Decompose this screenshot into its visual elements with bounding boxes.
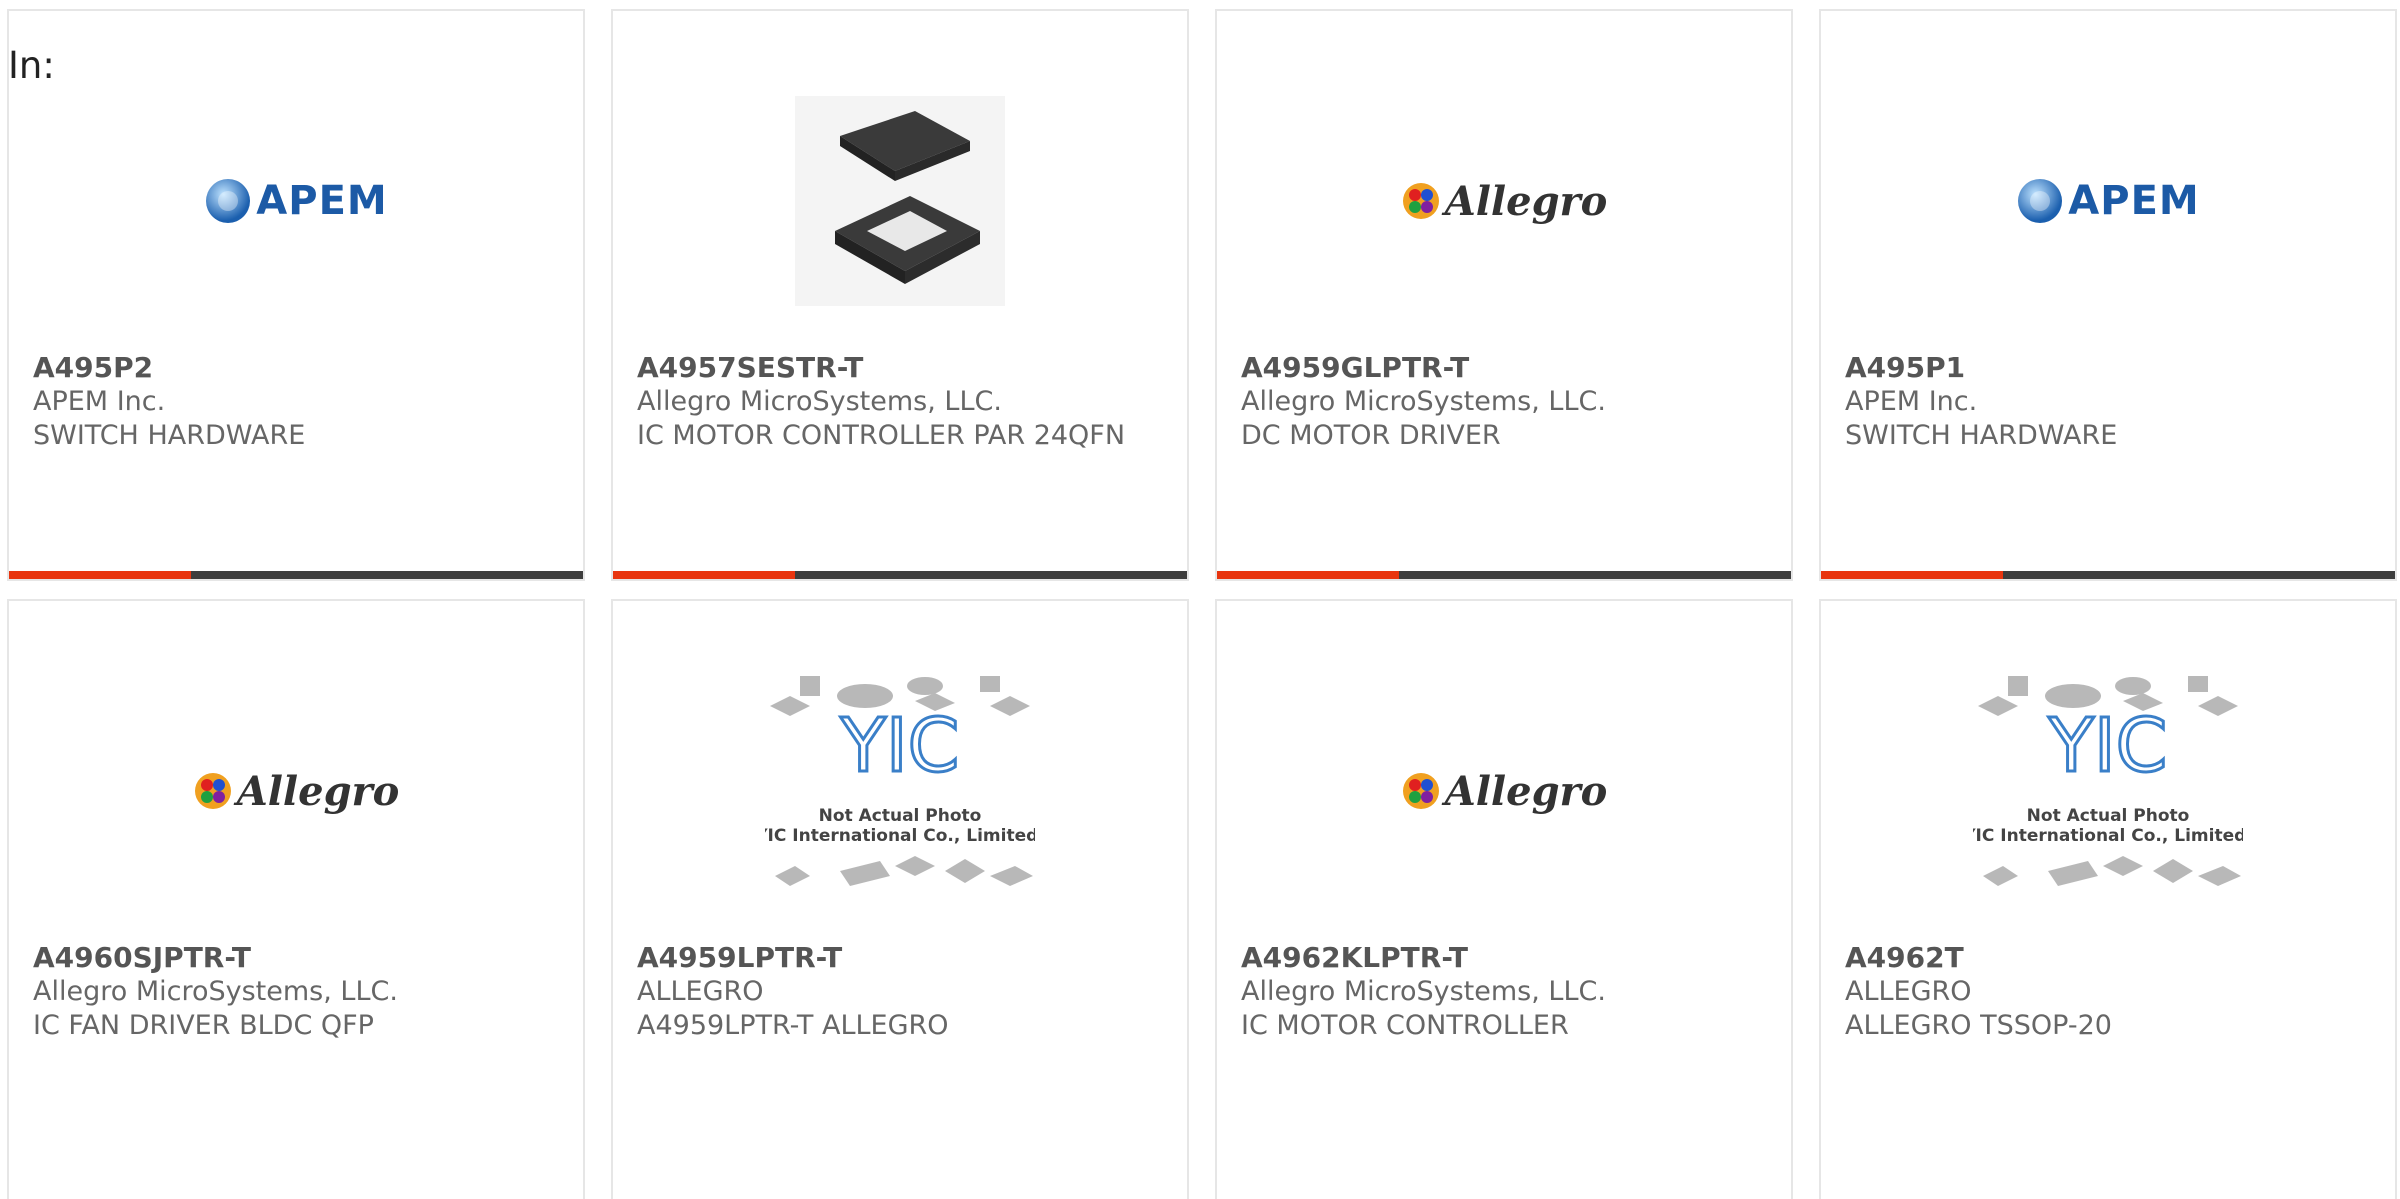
manufacturer-logo: Allegro [1217,671,1791,911]
description: IC MOTOR CONTROLLER PAR 24QFN [637,420,1126,451]
manufacturer-logo: APEM [9,81,583,321]
card-accent-bar [613,571,1187,579]
product-card[interactable]: APEM A495P1 APEM Inc. SWITCH HARDWARE [1819,9,2397,581]
description: A4959LPTR-T ALLEGRO [637,1010,949,1041]
description: SWITCH HARDWARE [33,420,306,451]
product-card[interactable]: APEM A495P2 APEM Inc. SWITCH HARDWARE [7,9,585,581]
product-card[interactable]: A4957SESTR-T Allegro MicroSystems, LLC. … [611,9,1189,581]
svg-text:Not Actual Photo: Not Actual Photo [819,806,982,826]
product-card[interactable]: Allegro A4962KLPTR-T Allegro MicroSystem… [1215,599,1793,1199]
part-number[interactable]: A4962KLPTR-T [1241,941,1741,975]
product-photo [613,81,1187,321]
card-accent-bar [1821,571,2395,579]
part-number[interactable]: A4959GLPTR-T [1241,351,1741,385]
manufacturer: Allegro MicroSystems, LLC. [33,976,398,1007]
placeholder-image: YIC Not Actual Photo YIC International C… [613,671,1187,911]
description: IC MOTOR CONTROLLER [1241,1010,1569,1041]
part-number[interactable]: A4959LPTR-T [637,941,1137,975]
placeholder-image: YIC Not Actual Photo YIC International C… [1821,671,2395,911]
part-number[interactable]: A495P1 [1845,351,2345,385]
apem-globe-icon [206,179,251,223]
part-number[interactable]: A4962T [1845,941,2345,975]
manufacturer: APEM Inc. [33,386,166,417]
manufacturer: ALLEGRO [637,976,764,1007]
svg-text:YIC International Co., Limited: YIC International Co., Limited. [765,826,1035,846]
allegro-dots-icon [1402,183,1439,219]
svg-text:Not Actual Photo: Not Actual Photo [2027,806,2190,826]
part-number[interactable]: A495P2 [33,351,533,385]
allegro-dots-icon [194,773,231,809]
product-card[interactable]: YIC Not Actual Photo YIC International C… [1819,599,2397,1199]
manufacturer: Allegro MicroSystems, LLC. [1241,386,1606,417]
description: DC MOTOR DRIVER [1241,420,1501,451]
not-actual-photo-icon: YIC Not Actual Photo YIC International C… [1973,676,2243,886]
manufacturer: Allegro MicroSystems, LLC. [637,386,1002,417]
svg-text:YIC: YIC [840,703,960,789]
not-actual-photo-icon: YIC Not Actual Photo YIC International C… [765,676,1035,886]
card-accent-bar [1217,571,1791,579]
svg-text:YIC: YIC [2048,703,2168,789]
manufacturer-logo: Allegro [9,671,583,911]
description: IC FAN DRIVER BLDC QFP [33,1010,374,1041]
manufacturer: APEM Inc. [1845,386,1978,417]
manufacturer-logo: APEM [1821,81,2395,321]
description: ALLEGRO TSSOP-20 [1845,1010,2112,1041]
part-number[interactable]: A4957SESTR-T [637,351,1137,385]
manufacturer: Allegro MicroSystems, LLC. [1241,976,1606,1007]
svg-text:YIC International Co., Limited: YIC International Co., Limited. [1973,826,2243,846]
apem-globe-icon [2018,179,2063,223]
part-number[interactable]: A4960SJPTR-T [33,941,533,975]
filter-label: In: [8,44,55,87]
product-card[interactable]: YIC Not Actual Photo YIC International C… [611,599,1189,1199]
manufacturer: ALLEGRO [1845,976,1972,1007]
card-accent-bar [9,571,583,579]
qfn-chip-icon [795,96,1005,306]
product-card[interactable]: Allegro A4959GLPTR-T Allegro MicroSystem… [1215,9,1793,581]
description: SWITCH HARDWARE [1845,420,2118,451]
product-card[interactable]: Allegro A4960SJPTR-T Allegro MicroSystem… [7,599,585,1199]
allegro-dots-icon [1402,773,1439,809]
manufacturer-logo: Allegro [1217,81,1791,321]
